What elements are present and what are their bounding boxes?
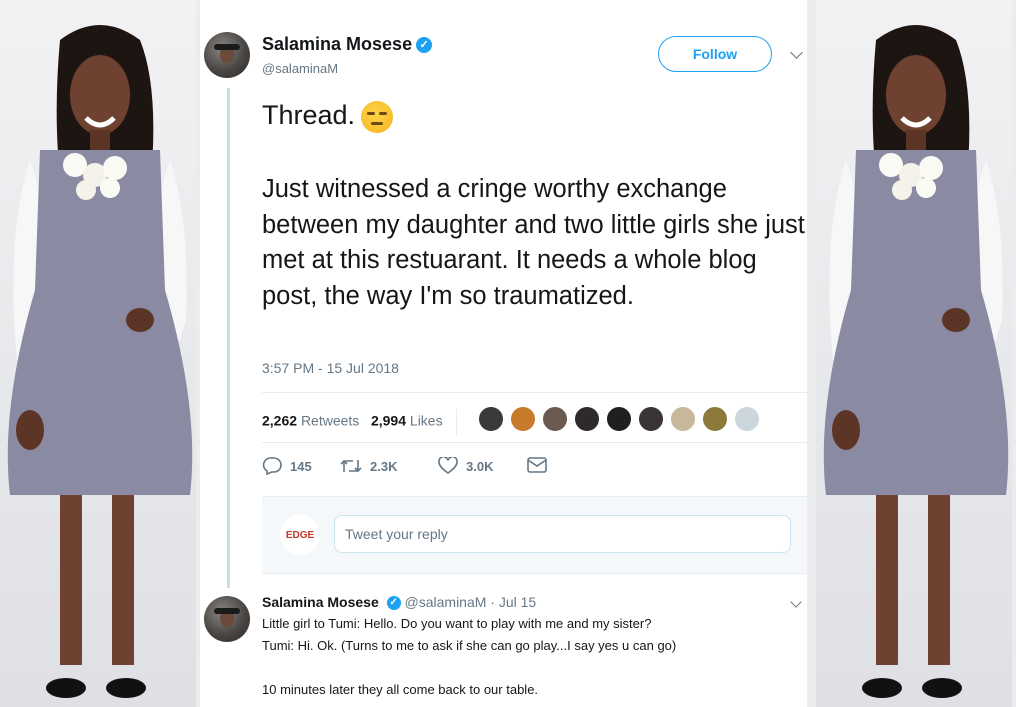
reply-action[interactable]: 145 [262, 457, 312, 475]
divider [262, 392, 807, 393]
reply-composer: EDGE Tweet your reply [262, 496, 807, 574]
liker-avatar[interactable] [670, 406, 696, 432]
tweet-text: Just witnessed a cringe worthy exchange … [262, 175, 805, 310]
retweets-label: Retweets [300, 412, 360, 429]
author-name[interactable]: Salamina Mosese ✓ [262, 34, 433, 55]
stats-separator [456, 409, 458, 435]
follow-button[interactable]: Follow [658, 36, 772, 72]
verified-badge-icon: ✓ [386, 596, 401, 611]
direct-message-action[interactable] [527, 457, 555, 473]
liker-avatar[interactable] [542, 406, 568, 432]
like-action[interactable]: 3.0K [438, 457, 493, 475]
tweet-card: Salamina Mosese ✓ @salaminaM Follow Threa… [200, 0, 807, 707]
liker-avatar[interactable] [702, 406, 728, 432]
reply-text-line: Little girl to Tumi: Hello. Do you want … [262, 616, 652, 631]
reply-count: 145 [290, 458, 312, 474]
like-count: 3.0K [466, 458, 494, 474]
reply-icon [262, 457, 282, 475]
thread-connector-line [227, 88, 230, 588]
likes-label: Likes [409, 412, 443, 429]
verified-badge-icon: ✓ [416, 37, 433, 54]
author-handle[interactable]: @salaminaM [262, 61, 338, 76]
thread-heading: Thread. [262, 98, 394, 133]
reply-author-line: Salamina Mosese ✓ @salaminaM · Jul 15 [262, 594, 537, 611]
reply-text-line: 10 minutes later they all come back to o… [262, 682, 539, 697]
retweet-icon [340, 459, 362, 473]
engagement-stats: 2,262 Retweets 2,994 Likes [262, 409, 458, 435]
likes-stat[interactable]: 2,994 Likes [371, 413, 443, 429]
retweet-action[interactable]: 2.3K [340, 457, 397, 475]
left-photo [0, 0, 196, 707]
reply-handle-date[interactable]: @salaminaM · Jul 15 [405, 594, 537, 610]
liker-avatar[interactable] [478, 406, 504, 432]
liker-avatar[interactable] [638, 406, 664, 432]
unamused-face-emoji-icon [361, 100, 394, 133]
reply-more-chevron-icon[interactable] [790, 596, 802, 608]
user-logo-avatar: EDGE [280, 515, 320, 555]
liker-avatar[interactable] [510, 406, 536, 432]
liker-avatar[interactable] [574, 406, 600, 432]
retweet-count: 2.3K [370, 458, 398, 474]
reply-input[interactable]: Tweet your reply [334, 515, 791, 553]
envelope-icon [527, 457, 547, 473]
thread-label: Thread. [262, 100, 356, 130]
reply-author-avatar[interactable] [204, 596, 250, 642]
reply-author-name[interactable]: Salamina Mosese [262, 594, 379, 610]
retweets-stat[interactable]: 2,262 Retweets [262, 413, 359, 429]
more-options-chevron-icon[interactable] [790, 46, 803, 59]
likes-count: 2,994 [370, 412, 407, 429]
retweets-count: 2,262 [262, 412, 298, 429]
tweet-timestamp[interactable]: 3:57 PM - 15 Jul 2018 [262, 360, 399, 376]
divider [262, 442, 807, 443]
author-avatar[interactable] [204, 32, 250, 78]
liker-avatar[interactable] [734, 406, 760, 432]
right-photo [816, 0, 1012, 707]
liker-avatar[interactable] [606, 406, 632, 432]
heart-icon [438, 457, 458, 474]
author-name-text[interactable]: Salamina Mosese [262, 34, 412, 54]
reply-text-line: Tumi: Hi. Ok. (Turns to me to ask if she… [262, 638, 677, 653]
